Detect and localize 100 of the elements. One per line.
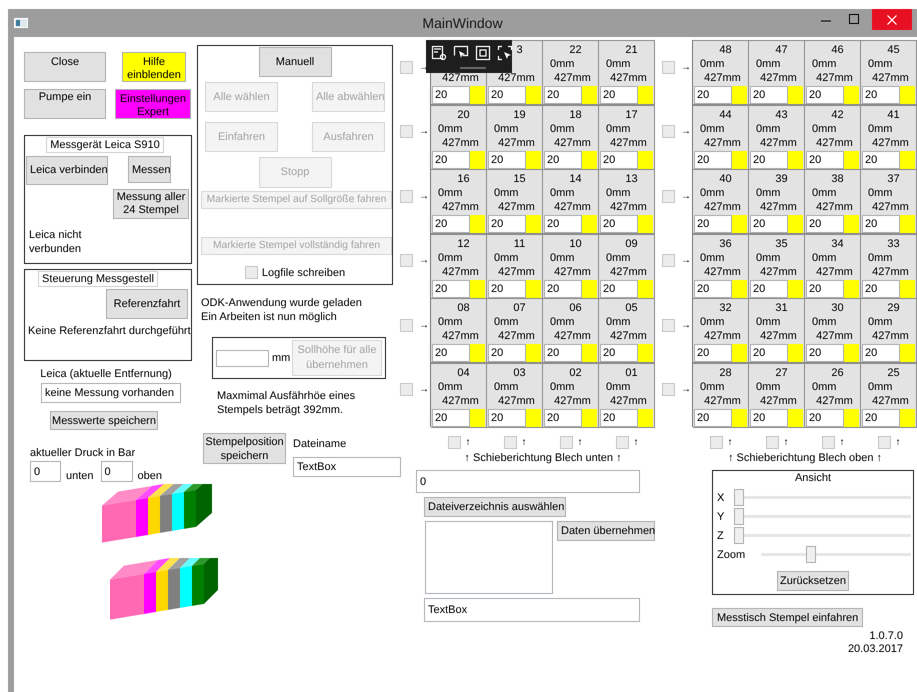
stamp-value-field[interactable]: 20 <box>488 150 526 168</box>
stamp-value-field[interactable]: 20 <box>694 86 732 104</box>
stamp-value-field[interactable]: 20 <box>750 280 788 298</box>
stamp-value-field[interactable]: 20 <box>694 280 732 298</box>
stamp-value-field[interactable]: 20 <box>806 215 844 233</box>
stamp-value-field[interactable]: 20 <box>544 150 582 168</box>
stamp-value-field[interactable]: 20 <box>694 344 732 362</box>
pressure-field[interactable]: 0 <box>30 461 61 482</box>
stamp-value-field[interactable]: 20 <box>544 408 582 426</box>
row-checkbox[interactable] <box>662 60 675 74</box>
stamp-value-field[interactable]: 20 <box>806 408 844 426</box>
slider-thumb[interactable] <box>806 546 816 563</box>
stamp-value-field[interactable]: 20 <box>750 150 788 168</box>
expert-settings-button[interactable]: Einstellungen Expert <box>115 89 191 119</box>
stamp-value-field[interactable]: 20 <box>806 150 844 168</box>
column-checkbox[interactable] <box>448 436 460 449</box>
pointer-frame-icon[interactable] <box>497 45 513 61</box>
slider-thumb[interactable] <box>734 508 744 525</box>
stamp-value-field[interactable]: 20 <box>544 280 582 298</box>
stamp-value-field[interactable]: 20 <box>862 408 900 426</box>
stamp-value-field[interactable]: 20 <box>750 215 788 233</box>
filename-field[interactable]: TextBox <box>293 457 401 477</box>
row-checkbox[interactable] <box>400 254 413 268</box>
stamp-value-field[interactable]: 20 <box>432 150 470 168</box>
reset-button[interactable]: Zurücksetzen <box>776 571 850 591</box>
stamp-value-field[interactable]: 20 <box>488 280 526 298</box>
stamp-value-field[interactable]: 20 <box>750 344 788 362</box>
row-checkbox[interactable] <box>400 318 413 332</box>
measure-button[interactable]: Messen <box>128 156 171 183</box>
column-checkbox[interactable] <box>766 436 778 449</box>
measure-all-button[interactable]: Messung aller 24 Stempel <box>113 189 189 219</box>
help-button[interactable]: Hilfe einblenden <box>122 52 186 82</box>
stamp-value-field[interactable]: 20 <box>432 86 470 104</box>
row-checkbox[interactable] <box>662 318 675 332</box>
square-icon[interactable] <box>475 45 491 61</box>
distance-field[interactable]: keine Messung vorhanden <box>41 383 181 403</box>
connect-button[interactable]: Leica verbinden <box>26 156 108 185</box>
column-checkbox[interactable] <box>560 436 572 449</box>
stamp-value-field[interactable]: 20 <box>600 150 638 168</box>
stamp-value-field[interactable]: 20 <box>544 344 582 362</box>
row-checkbox[interactable] <box>400 125 413 138</box>
row-checkbox[interactable] <box>662 125 675 138</box>
choose-folder-button[interactable]: Dateiverzeichnis auswählen <box>424 497 566 517</box>
row-checkbox[interactable] <box>400 383 413 396</box>
stamp-value-field[interactable]: 20 <box>694 215 732 233</box>
stamp-value-field[interactable]: 20 <box>488 215 526 233</box>
save-values-button[interactable]: Messwerte speichern <box>50 411 158 430</box>
stamp-value-field[interactable]: 20 <box>432 344 470 362</box>
row-checkbox[interactable] <box>400 190 413 203</box>
stamp-height: 427mm <box>609 394 647 408</box>
stamp-value-field[interactable]: 20 <box>488 86 526 104</box>
stamp-value-field[interactable]: 20 <box>694 150 732 168</box>
text-field[interactable]: TextBox <box>424 598 640 622</box>
reference-button[interactable]: Referenzfahrt <box>106 289 188 319</box>
column-checkbox[interactable] <box>878 436 890 449</box>
column-checkbox[interactable] <box>504 436 516 449</box>
close-button[interactable] <box>872 9 912 30</box>
stamp-value-field[interactable]: 20 <box>488 408 526 426</box>
stamp-value-field[interactable]: 20 <box>600 215 638 233</box>
manual-button[interactable]: Manuell <box>258 47 332 77</box>
path-field[interactable]: 0 <box>416 470 640 493</box>
stamp-value-field[interactable]: 20 <box>600 280 638 298</box>
stamp-value-field[interactable]: 20 <box>806 86 844 104</box>
stamp-value-field[interactable]: 20 <box>862 215 900 233</box>
checkbox[interactable] <box>244 266 258 279</box>
pump-button[interactable]: Pumpe ein <box>24 89 106 119</box>
save-position-button[interactable]: Stempelposition speichern <box>203 433 286 464</box>
stamp-value-field[interactable]: 20 <box>544 215 582 233</box>
column-checkbox[interactable] <box>710 436 722 449</box>
stamp-value-field[interactable]: 20 <box>432 215 470 233</box>
row-checkbox[interactable] <box>662 254 675 268</box>
retract-table-button[interactable]: Messtisch Stempel einfahren <box>712 608 864 627</box>
stamp-value-field[interactable]: 20 <box>862 344 900 362</box>
stamp-value-field[interactable]: 20 <box>544 86 582 104</box>
stamp-value-field[interactable]: 20 <box>750 86 788 104</box>
slider-thumb[interactable] <box>734 489 744 506</box>
stamp-value-field[interactable]: 20 <box>488 344 526 362</box>
row-checkbox[interactable] <box>400 60 413 74</box>
stamp-value-field[interactable]: 20 <box>750 408 788 426</box>
stamp-value-field[interactable]: 20 <box>600 86 638 104</box>
apply-data-button[interactable]: Daten übernehmen <box>557 521 655 541</box>
stamp-value-field[interactable]: 20 <box>806 280 844 298</box>
setpoint-field[interactable] <box>216 350 269 366</box>
row-checkbox[interactable] <box>662 383 675 396</box>
window-gear-icon[interactable] <box>431 45 447 61</box>
stamp-value-field[interactable]: 20 <box>862 86 900 104</box>
stamp-value-field[interactable]: 20 <box>806 344 844 362</box>
row-checkbox[interactable] <box>662 190 675 203</box>
stamp-value-field[interactable]: 20 <box>600 408 638 426</box>
stamp-value-field[interactable]: 20 <box>600 344 638 362</box>
stamp-value-field[interactable]: 20 <box>694 408 732 426</box>
stamp-value-field[interactable]: 20 <box>862 280 900 298</box>
stamp-value-field[interactable]: 20 <box>432 408 470 426</box>
stamp-value-field[interactable]: 20 <box>862 150 900 168</box>
slider-thumb[interactable] <box>734 527 744 544</box>
pressure-field[interactable]: 0 <box>100 461 133 482</box>
column-checkbox[interactable] <box>616 436 628 449</box>
stamp-value-field[interactable]: 20 <box>432 280 470 298</box>
column-checkbox[interactable] <box>822 436 834 449</box>
close-button[interactable]: Close <box>24 52 106 82</box>
